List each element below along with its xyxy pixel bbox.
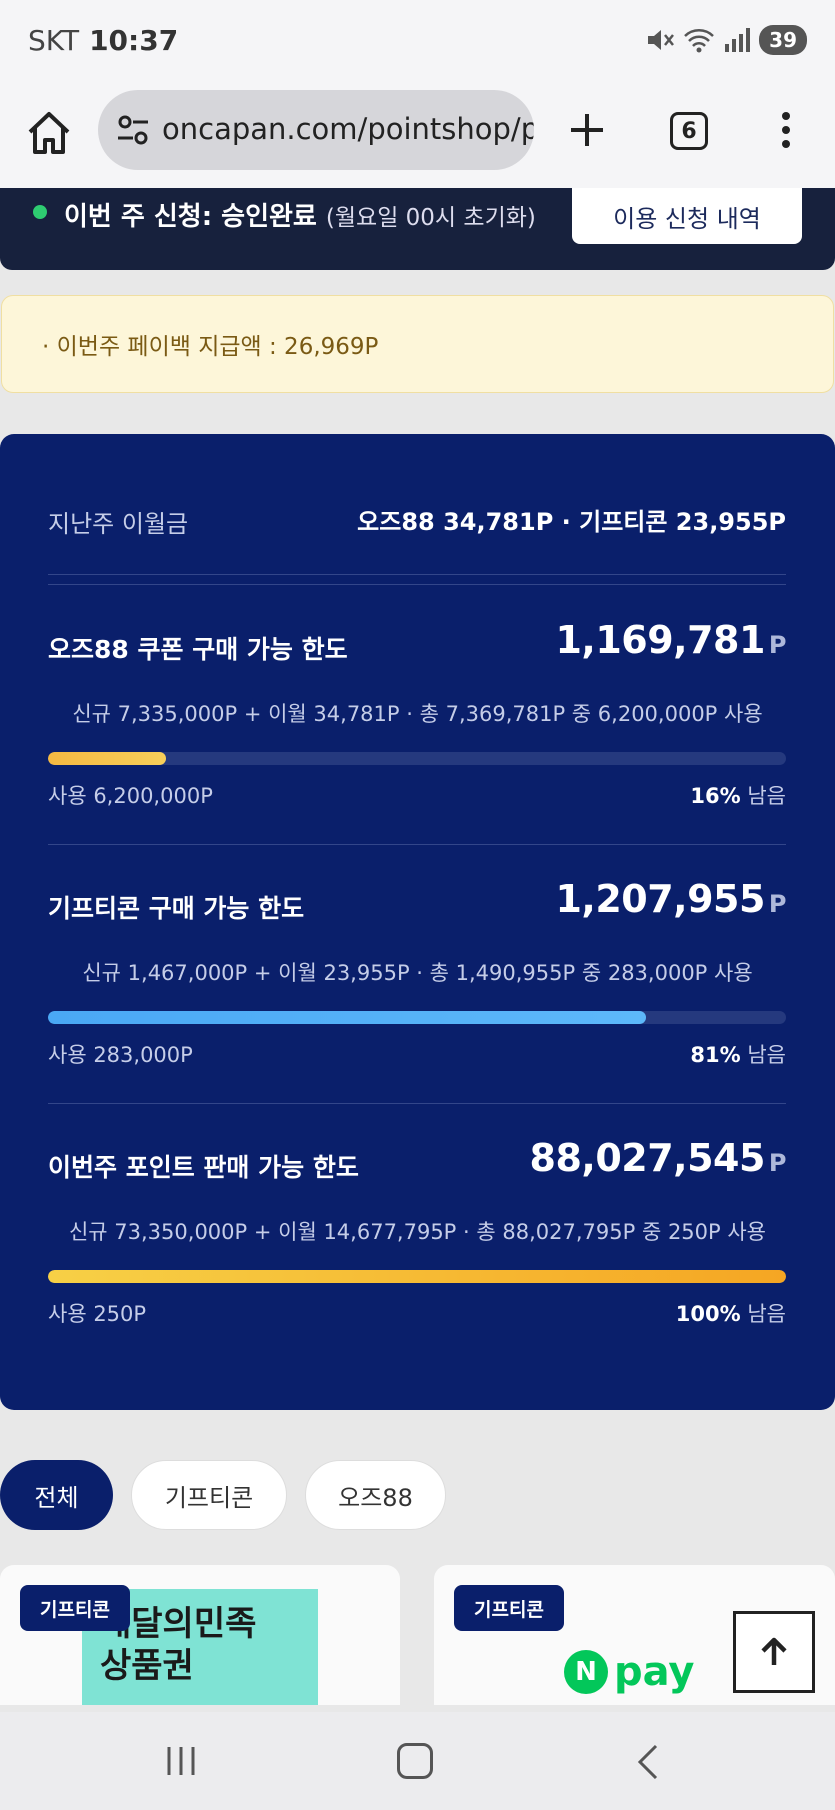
payback-notice: · 이번주 페이백 지급액 : 26,969P (1, 295, 834, 393)
status-dot-icon (33, 205, 47, 219)
divider (48, 584, 786, 585)
oz88-remain: 16% 남음 (690, 780, 786, 810)
gifticon-limit-detail: 신규 1,467,000P + 이월 23,955P · 총 1,490,955… (82, 961, 753, 985)
amount-value: 1,169,781 (555, 618, 765, 662)
mute-icon (648, 30, 675, 50)
amount-value: 1,207,955 (555, 877, 765, 921)
gifticon-progress-bar (48, 1011, 786, 1024)
progress-fill (48, 1270, 786, 1283)
product-image-line2: 상품권 (100, 1646, 194, 1686)
amount-value: 88,027,545 (529, 1136, 766, 1180)
usage-history-button[interactable]: 이용 신청 내역 (572, 188, 802, 244)
divider (48, 844, 786, 845)
remain-percent: 100% (675, 1302, 741, 1326)
product-image-line1: 배달의민족 (100, 1604, 257, 1644)
npay-logo: N pay (564, 1649, 694, 1695)
gifticon-limit-amount: 1,207,955 P (555, 877, 786, 921)
npay-logo-text: pay (614, 1649, 695, 1695)
filter-chip-gifticon[interactable]: 기프티콘 (131, 1460, 287, 1530)
wifi-icon (684, 29, 715, 53)
system-nav-bar (0, 1712, 835, 1810)
amount-unit: P (768, 631, 787, 659)
limits-panel: 지난주 이월금 오즈88 34,781P · 기프티콘 23,955P 오즈88… (0, 434, 835, 1410)
divider (48, 574, 786, 575)
battery-icon: 39 (759, 25, 807, 55)
point-sale-progress-bar (48, 1270, 786, 1283)
tab-switcher-button[interactable]: 6 (670, 112, 708, 150)
oz88-limit-amount: 1,169,781 P (555, 618, 786, 662)
point-sale-limit-detail: 신규 73,350,000P + 이월 14,677,795P · 총 88,0… (68, 1220, 767, 1244)
recent-apps-icon[interactable] (165, 1745, 197, 1777)
apply-status-sub: (월요일 00시 초기화) (325, 205, 536, 231)
filter-chip-oz88[interactable]: 오즈88 (305, 1460, 446, 1530)
home-icon[interactable] (24, 108, 74, 158)
remain-label: 남음 (747, 784, 786, 808)
remain-percent: 16% (690, 784, 741, 808)
category-badge: 기프티콘 (454, 1585, 564, 1631)
scroll-to-top-button[interactable] (733, 1611, 815, 1693)
apply-status-header: 이번 주 신청: 승인완료 (월요일 00시 초기화) 이용 신청 내역 (0, 188, 835, 270)
remain-label: 남음 (747, 1043, 786, 1067)
apply-status-label: 이번 주 신청: 승인완료 (64, 202, 317, 232)
filter-chip-all[interactable]: 전체 (0, 1460, 113, 1530)
category-badge: 기프티콘 (20, 1585, 130, 1631)
site-settings-icon[interactable] (116, 112, 150, 148)
point-sale-limit-title: 이번주 포인트 판매 가능 한도 (48, 1153, 359, 1182)
npay-logo-letter: N (564, 1650, 608, 1694)
amount-unit: P (768, 890, 787, 918)
gifticon-remain: 81% 남음 (690, 1039, 786, 1069)
new-tab-icon[interactable] (567, 110, 607, 150)
signal-icon (725, 28, 751, 52)
nav-home-icon[interactable] (397, 1743, 433, 1779)
point-sale-used: 사용 250P (48, 1302, 147, 1326)
point-sale-limit-amount: 88,027,545 P (530, 1136, 787, 1180)
product-card[interactable]: 배달의민족 상품권 기프티콘 (0, 1565, 400, 1705)
oz88-used: 사용 6,200,000P (48, 784, 213, 808)
arrow-up-icon (761, 1637, 787, 1665)
status-icons: 39 (645, 25, 807, 55)
last-week-label: 지난주 이월금 (48, 510, 189, 538)
status-bar: SKT 10:37 39 (0, 0, 835, 80)
more-menu-icon[interactable] (776, 110, 796, 150)
progress-fill (48, 752, 167, 765)
apply-status: 이번 주 신청: 승인완료 (월요일 00시 초기화) (64, 196, 536, 233)
clock: 10:37 (89, 23, 179, 57)
progress-fill (48, 1011, 646, 1024)
remain-percent: 81% (690, 1043, 741, 1067)
last-week-values: 오즈88 34,781P · 기프티콘 23,955P (357, 508, 786, 536)
url-text[interactable]: oncapan.com/pointshop/pc (162, 112, 534, 146)
divider (48, 1103, 786, 1104)
address-bar[interactable]: oncapan.com/pointshop/pc (98, 90, 534, 170)
remain-label: 남음 (747, 1302, 786, 1326)
oz88-limit-title: 오즈88 쿠폰 구매 가능 한도 (48, 635, 348, 664)
oz88-progress-bar (48, 752, 786, 765)
oz88-limit-detail: 신규 7,335,000P + 이월 34,781P · 총 7,369,781… (72, 702, 763, 726)
point-sale-remain: 100% 남음 (676, 1298, 786, 1328)
browser-toolbar: oncapan.com/pointshop/pc 6 (0, 80, 835, 188)
amount-unit: P (768, 1149, 787, 1177)
carrier-label: SKT (28, 23, 80, 57)
gifticon-used: 사용 283,000P (48, 1043, 193, 1067)
category-filter: 전체 기프티콘 오즈88 (0, 1460, 835, 1530)
gifticon-limit-title: 기프티콘 구매 가능 한도 (48, 894, 305, 923)
back-icon[interactable] (636, 1742, 660, 1782)
